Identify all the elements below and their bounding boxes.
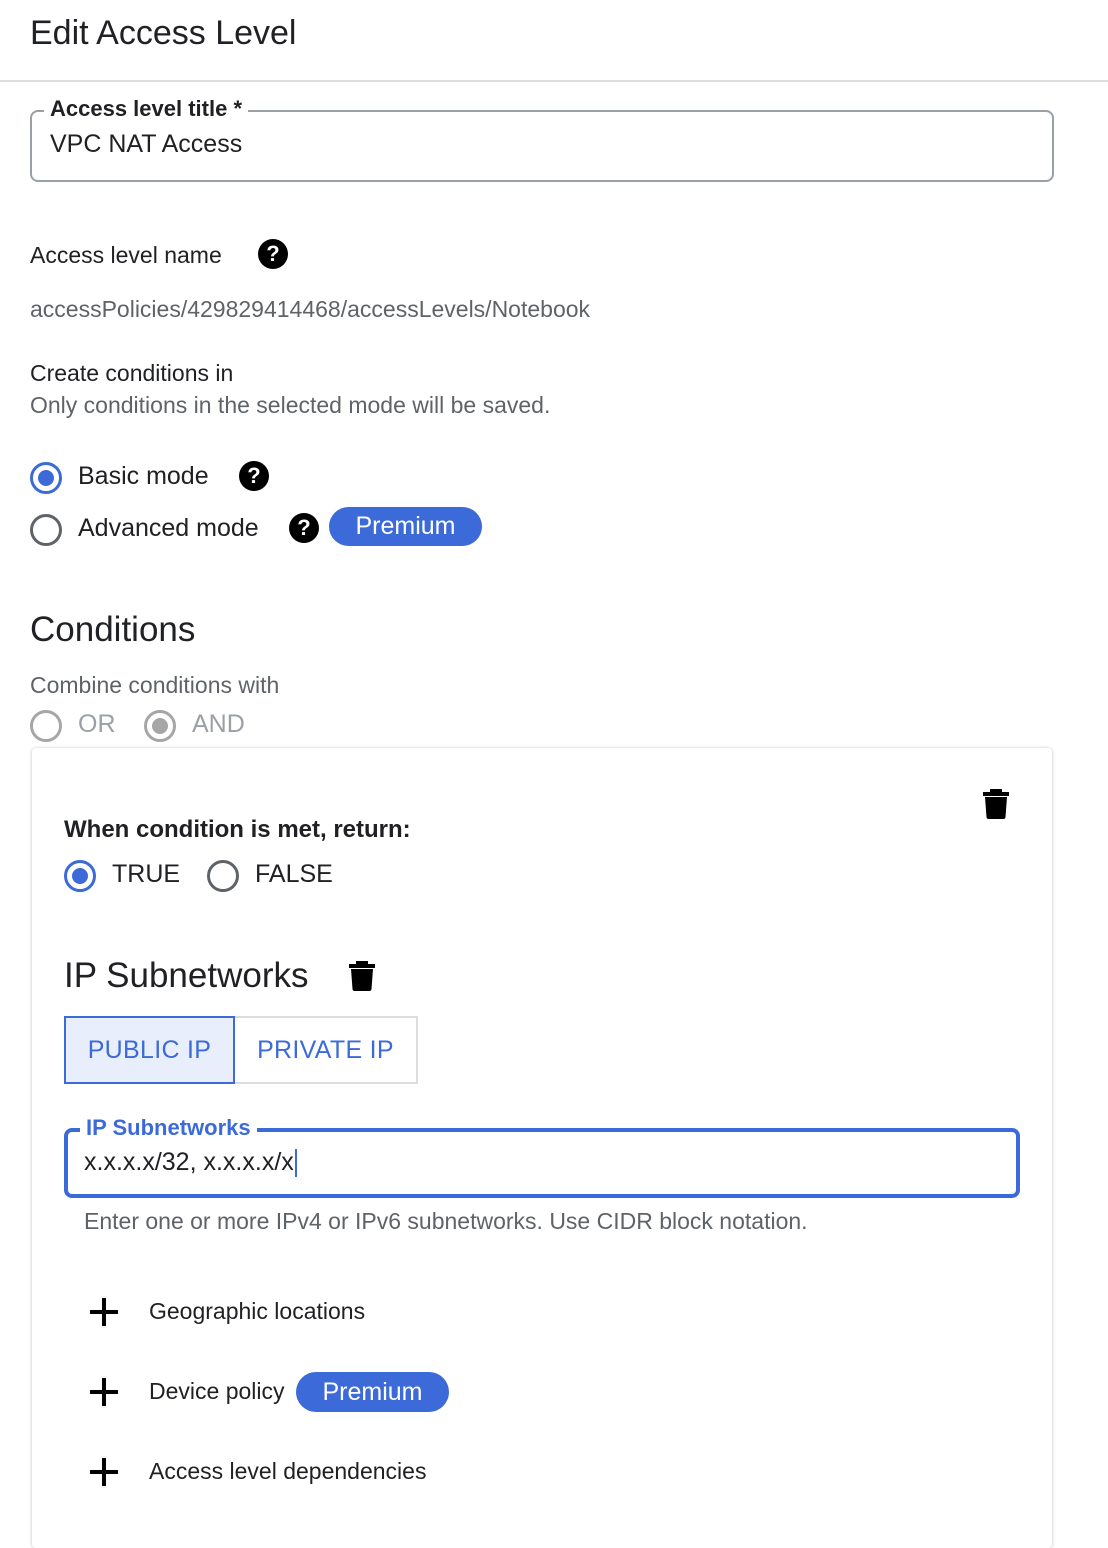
true-radio[interactable] — [64, 860, 96, 892]
add-icon[interactable] — [90, 1378, 118, 1406]
add-access-level-dependencies[interactable]: Access level dependencies — [149, 1458, 426, 1485]
premium-badge: Premium — [329, 507, 482, 546]
or-label[interactable]: OR — [78, 710, 116, 739]
combine-conditions-label: Combine conditions with — [30, 672, 280, 698]
help-icon[interactable]: ? — [258, 239, 288, 269]
premium-badge: Premium — [296, 1372, 449, 1412]
delete-condition-icon[interactable] — [983, 789, 1009, 819]
basic-mode-label[interactable]: Basic mode — [78, 462, 209, 491]
add-device-policy[interactable]: Device policy — [149, 1378, 285, 1405]
help-icon[interactable]: ? — [289, 513, 319, 543]
text-caret — [294, 1149, 297, 1178]
conditions-heading: Conditions — [30, 610, 196, 649]
create-conditions-subtext: Only conditions in the selected mode wil… — [30, 392, 551, 418]
access-level-title-input[interactable]: VPC NAT Access — [50, 130, 242, 159]
return-label: When condition is met, return: — [64, 816, 411, 843]
or-radio[interactable] — [30, 710, 62, 742]
ip-subnetworks-field-label: IP Subnetworks — [80, 1115, 257, 1141]
ip-subnetworks-input-text: x.x.x.x/32, x.x.x.x/x — [84, 1148, 294, 1176]
delete-ip-subnetworks-icon[interactable] — [349, 961, 375, 991]
false-label[interactable]: FALSE — [255, 860, 333, 889]
basic-mode-radio[interactable] — [30, 462, 62, 494]
ip-subnetworks-input[interactable]: x.x.x.x/32, x.x.x.x/x — [84, 1148, 297, 1178]
add-icon[interactable] — [90, 1458, 118, 1486]
tab-private-ip[interactable]: PRIVATE IP — [233, 1016, 418, 1084]
advanced-mode-radio[interactable] — [30, 514, 62, 546]
access-level-name-label: Access level name — [30, 242, 222, 268]
help-icon[interactable]: ? — [239, 461, 269, 491]
advanced-mode-label[interactable]: Advanced mode — [78, 514, 259, 543]
ip-subnetworks-hint: Enter one or more IPv4 or IPv6 subnetwor… — [84, 1208, 808, 1234]
page-title: Edit Access Level — [30, 14, 297, 52]
access-level-name-value: accessPolicies/429829414468/accessLevels… — [30, 296, 591, 322]
ip-subnetworks-heading: IP Subnetworks — [64, 956, 309, 995]
add-icon[interactable] — [90, 1298, 118, 1326]
access-level-title-label: Access level title * — [44, 96, 249, 122]
create-conditions-heading: Create conditions in — [30, 360, 234, 386]
and-radio[interactable] — [144, 710, 176, 742]
ip-subnetworks-field[interactable]: IP Subnetworks x.x.x.x/32, x.x.x.x/x — [64, 1115, 1020, 1198]
tab-public-ip[interactable]: PUBLIC IP — [64, 1016, 235, 1084]
false-radio[interactable] — [207, 860, 239, 892]
and-label[interactable]: AND — [192, 710, 245, 739]
page-header: Edit Access Level — [0, 0, 1108, 82]
access-level-title-field[interactable]: Access level title * VPC NAT Access — [30, 96, 1054, 182]
true-label[interactable]: TRUE — [112, 860, 180, 889]
add-geographic-locations[interactable]: Geographic locations — [149, 1298, 365, 1325]
